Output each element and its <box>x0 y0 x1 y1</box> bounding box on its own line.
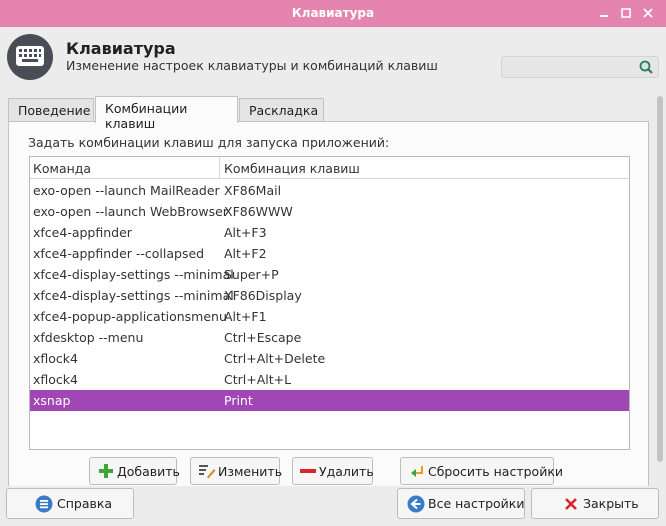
edit-list-icon <box>198 463 216 482</box>
command-cell: xfce4-appfinder --collapsed <box>33 246 205 261</box>
panel-caption: Задать комбинации клавиш для запуска при… <box>28 135 390 150</box>
shortcut-cell: Alt+F3 <box>224 225 267 240</box>
command-cell: exo-open --launch WebBrowser <box>33 204 228 219</box>
shortcut-cell: Print <box>224 393 253 408</box>
shortcut-cell: Ctrl+Alt+Delete <box>224 351 326 366</box>
dialog-buttons: Справка Все настройки Закрыть <box>0 486 666 526</box>
shortcut-cell: Alt+F1 <box>224 309 267 324</box>
plus-icon <box>98 463 114 482</box>
close-button[interactable]: Закрыть <box>531 488 659 519</box>
search-input[interactable] <box>501 56 659 78</box>
page-title: Клавиатура <box>66 39 176 58</box>
table-row[interactable]: xsnap Print <box>30 390 629 411</box>
undo-arrow-icon <box>409 463 425 482</box>
shortcuts-panel: Задать комбинации клавиш для запуска при… <box>8 121 649 491</box>
table-row[interactable]: xfce4-display-settings --minimal Super+P <box>30 264 629 285</box>
column-separator[interactable] <box>219 157 220 179</box>
table-row[interactable]: xfdesktop --menu Ctrl+Escape <box>30 327 629 348</box>
table-row[interactable]: exo-open --launch WebBrowser XF86WWW <box>30 201 629 222</box>
table-body: exo-open --launch MailReader XF86Mail exo-… <box>30 180 629 411</box>
command-cell: xfce4-display-settings --minimal <box>33 288 234 303</box>
table-header: Команда Комбинация клавиш <box>30 157 629 179</box>
shortcut-cell: XF86WWW <box>224 204 293 219</box>
search-icon[interactable] <box>638 59 654 79</box>
shortcut-cell: XF86Mail <box>224 183 282 198</box>
action-bar: Добавить Изменить Удалить Сбросить настр… <box>9 457 650 487</box>
close-button-label: Закрыть <box>583 496 639 511</box>
delete-button-label: Удалить <box>319 464 374 479</box>
window-title: Клавиатура <box>291 6 375 20</box>
tab-label: Раскладка <box>249 103 319 118</box>
window-titlebar[interactable]: Клавиатура <box>0 0 666 27</box>
shortcut-cell: Ctrl+Escape <box>224 330 302 345</box>
delete-button[interactable]: Удалить <box>292 457 374 485</box>
reset-settings-button[interactable]: Сбросить настройки <box>400 457 563 485</box>
tab-label: Поведение <box>18 103 91 118</box>
help-menu-icon <box>35 495 53 516</box>
table-row[interactable]: xfce4-display-settings --minimal XF86Disp… <box>30 285 629 306</box>
shortcut-cell: Ctrl+Alt+L <box>224 372 292 387</box>
column-header-command[interactable]: Команда <box>33 161 91 176</box>
all-settings-label: Все настройки <box>428 496 525 511</box>
back-arrow-icon <box>407 495 425 516</box>
help-button-label: Справка <box>57 496 113 511</box>
table-row[interactable]: xfce4-appfinder --collapsed Alt+F2 <box>30 243 629 264</box>
command-cell: xfce4-popup-applicationsmenu <box>33 309 227 324</box>
table-row[interactable]: exo-open --launch MailReader XF86Mail <box>30 180 629 201</box>
close-icon <box>564 497 578 514</box>
command-cell: exo-open --launch MailReader <box>33 183 220 198</box>
column-header-shortcut[interactable]: Комбинация клавиш <box>224 161 360 176</box>
table-row[interactable]: xfce4-popup-applicationsmenu Alt+F1 <box>30 306 629 327</box>
table-row[interactable]: xflock4 Ctrl+Alt+Delete <box>30 348 629 369</box>
help-button[interactable]: Справка <box>6 488 134 519</box>
command-cell: xfce4-appfinder <box>33 225 132 240</box>
maximize-icon[interactable] <box>619 6 633 20</box>
close-window-icon[interactable] <box>641 6 655 20</box>
window-scrollbar[interactable] <box>657 96 663 462</box>
shortcut-cell: Alt+F2 <box>224 246 267 261</box>
command-cell: xfdesktop --menu <box>33 330 144 345</box>
reset-settings-label: Сбросить настройки <box>428 464 564 479</box>
minimize-icon[interactable] <box>597 6 611 20</box>
edit-button-label: Изменить <box>218 464 283 479</box>
all-settings-button[interactable]: Все настройки <box>397 488 525 519</box>
add-button-label: Добавить <box>117 464 180 479</box>
shortcut-cell: XF86Display <box>224 288 302 303</box>
command-cell: xflock4 <box>33 351 78 366</box>
command-cell: xsnap <box>33 393 71 408</box>
edit-button[interactable]: Изменить <box>190 457 283 485</box>
header: Клавиатура Изменение настроек клавиатуры… <box>0 27 666 87</box>
shortcuts-table[interactable]: Команда Комбинация клавиш exo-open --lau… <box>29 156 630 450</box>
table-row[interactable]: xfce4-appfinder Alt+F3 <box>30 222 629 243</box>
table-row[interactable]: xflock4 Ctrl+Alt+L <box>30 369 629 390</box>
tab-shortcuts[interactable]: Комбинации клавиш <box>95 96 238 131</box>
command-cell: xflock4 <box>33 372 78 387</box>
keyboard-icon <box>7 34 53 80</box>
tab-layout[interactable]: Раскладка <box>239 98 324 122</box>
command-cell: xfce4-display-settings --minimal <box>33 267 234 282</box>
add-button[interactable]: Добавить <box>89 457 180 485</box>
page-subtitle: Изменение настроек клавиатуры и комбинац… <box>66 58 438 73</box>
tab-behavior[interactable]: Поведение <box>8 98 94 122</box>
shortcut-cell: Super+P <box>224 267 279 282</box>
minus-icon <box>299 463 317 482</box>
